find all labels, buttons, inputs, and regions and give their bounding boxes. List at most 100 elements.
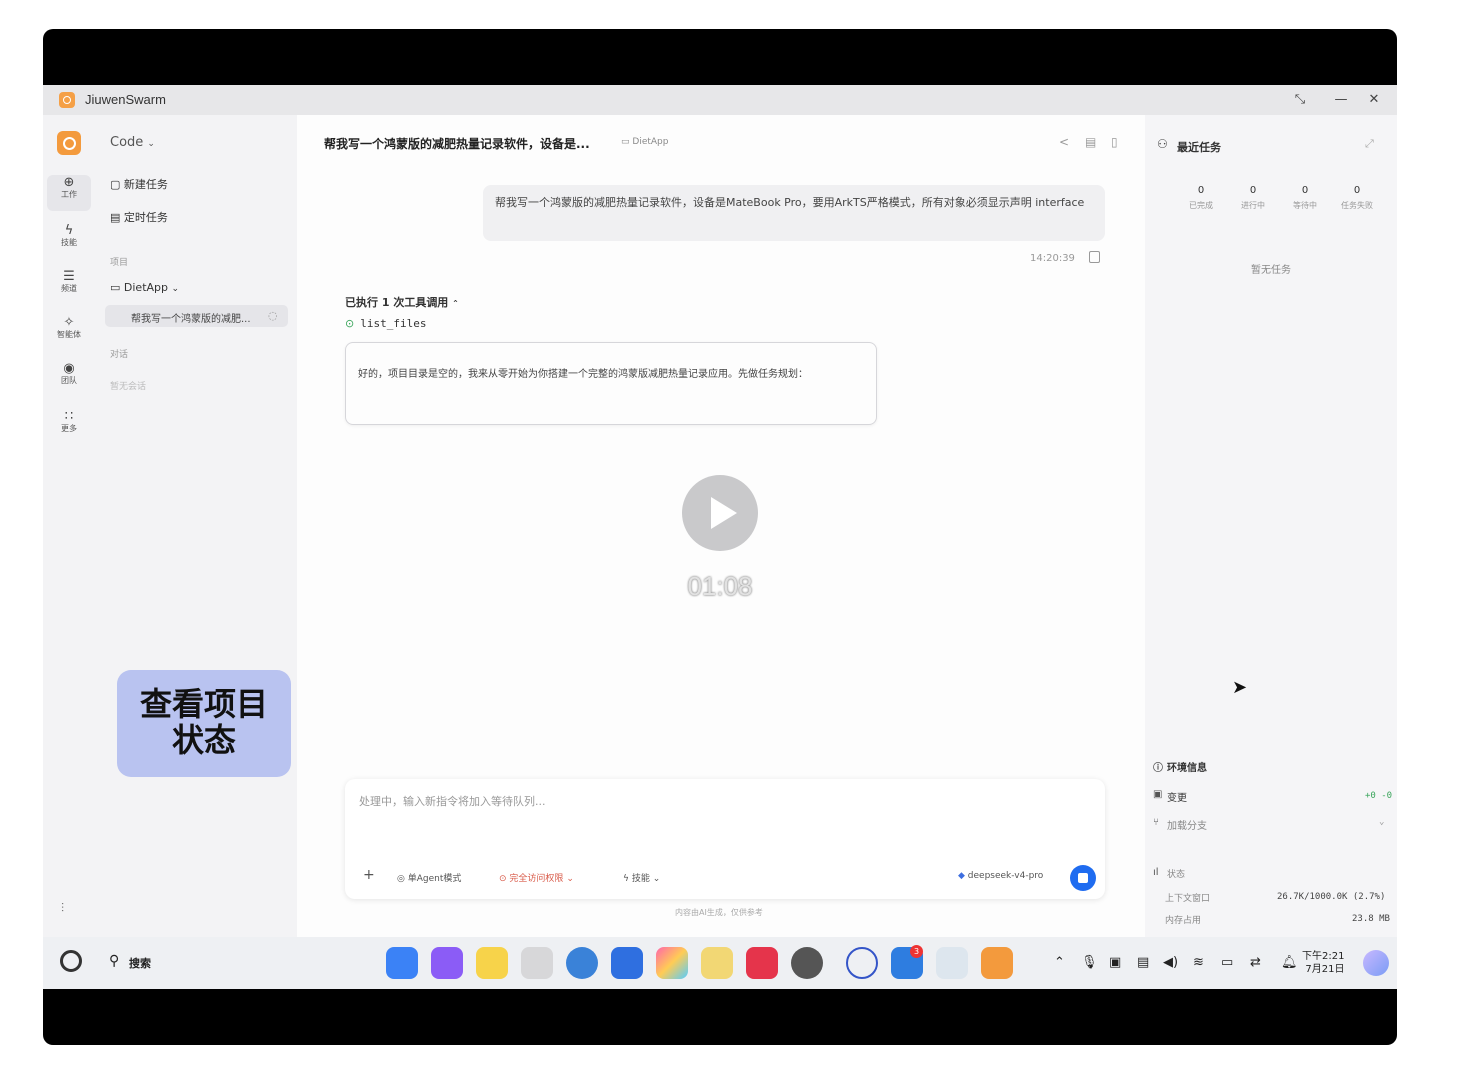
wifi-icon[interactable]: ≋ [1193, 955, 1204, 970]
app-gallery-icon[interactable] [746, 947, 778, 979]
agent-mode-label: 单Agent模式 [407, 874, 462, 884]
taskbar-search[interactable]: 搜索 [129, 955, 151, 971]
stat-in-progress: 0 进行中 [1227, 185, 1279, 211]
mode-selector[interactable]: Code ⌄ [110, 135, 155, 150]
mouse-cursor-icon: ➤ [1232, 677, 1248, 698]
document-icon[interactable]: ▤ [1085, 135, 1096, 149]
new-task-label: 新建任务 [123, 178, 168, 191]
video-play-button[interactable] [682, 475, 758, 551]
project-tag[interactable]: ▭ DietApp [621, 137, 668, 147]
scheduled-task-button[interactable]: ▤ 定时任务 [110, 209, 168, 225]
title-bar: JiuwenSwarm ⤡ — ✕ [43, 85, 1397, 115]
context-label: 上下文窗口 [1165, 894, 1211, 904]
tool-call-summary[interactable]: 已执行 1 次工具调用 ⌃ [345, 294, 459, 310]
minimize-icon[interactable]: — [1330, 90, 1352, 110]
no-conversations-text: 暂无会话 [110, 382, 147, 392]
folder-app-icon[interactable] [476, 947, 508, 979]
window-title: JiuwenSwarm [85, 92, 166, 107]
rail-item-more[interactable]: ∷ 更多 [47, 409, 91, 445]
rail-item-agents[interactable]: ✧ 智能体 [47, 315, 91, 351]
gallery-icon[interactable] [656, 947, 688, 979]
control-center-icon[interactable]: ⇄ [1250, 955, 1261, 970]
env-info-section[interactable]: ⓘ 环境信息 [1153, 759, 1207, 774]
browser-icon[interactable] [566, 947, 598, 979]
composer-input[interactable]: 处理中，输入新指令将加入等待队列... [359, 793, 546, 809]
assistant-app-icon[interactable] [846, 947, 878, 979]
chat-main: 帮我写一个鸿蒙版的减肥热量记录软件，设备是... ▭ DietApp < ▤ ▯… [297, 115, 1145, 937]
mail-icon[interactable] [611, 947, 643, 979]
panel-toggle-icon[interactable]: ▯ [1111, 135, 1118, 149]
volume-icon[interactable]: ◀) [1163, 955, 1178, 970]
skills-label: 技能 [631, 874, 650, 884]
rail-item-team[interactable]: ◉ 团队 [47, 361, 91, 397]
permission-selector[interactable]: ⊙ 完全访问权限 ⌄ [499, 871, 574, 884]
tool-call-item[interactable]: ⊙ list_files [345, 317, 426, 330]
settings-sliders-icon[interactable]: ⫶ [61, 901, 64, 916]
project-tag-label: DietApp [632, 137, 669, 147]
app-logo-icon [59, 92, 75, 108]
attach-plus-icon[interactable]: + [363, 867, 375, 883]
stat-value: 0 [1249, 185, 1257, 196]
copy-icon[interactable] [1089, 251, 1100, 263]
multitask-icon[interactable] [431, 947, 463, 979]
new-task-icon: ▢ [110, 178, 121, 191]
search-icon[interactable]: ⚲ [109, 953, 119, 969]
notes-icon[interactable] [701, 947, 733, 979]
agent-icon: ◎ [397, 874, 405, 884]
rail-item-skills[interactable]: ϟ 技能 [47, 223, 91, 259]
agent-mode-selector[interactable]: ◎ 单Agent模式 [397, 871, 461, 884]
stat-value: 0 [1197, 185, 1205, 196]
stat-label: 等待中 [1293, 201, 1317, 210]
skills-selector[interactable]: ϟ 技能 ⌄ [623, 871, 660, 884]
app-logo-icon [57, 131, 81, 155]
avatar[interactable] [1363, 950, 1389, 976]
skill-icon: ϟ [64, 223, 74, 238]
stat-failed: 0 任务失败 [1331, 185, 1383, 211]
stat-label: 已完成 [1189, 201, 1213, 210]
scheduled-task-label: 定时任务 [123, 211, 168, 224]
chevron-up-icon[interactable]: ⌃ [1054, 955, 1065, 970]
battery-icon[interactable]: ▭ [1221, 955, 1233, 970]
rail-label: 频道 [61, 284, 77, 293]
branch-row[interactable]: ⑂ 加载分支 [1153, 817, 1207, 832]
chevron-down-icon[interactable]: ⌄ [1379, 817, 1384, 827]
channel-icon: ☰ [63, 269, 75, 284]
rail-item-work[interactable]: ⊕ 工作 [47, 175, 91, 211]
model-selector[interactable]: ◆ deepseek-v4-pro [958, 871, 1043, 881]
rail-item-channels[interactable]: ☰ 频道 [47, 269, 91, 305]
expand-icon[interactable]: ⤢ [1365, 137, 1374, 151]
chat-title: 帮我写一个鸿蒙版的减肥热量记录软件，设备是... [324, 137, 590, 151]
microphone-icon[interactable]: 🎙︎ [1081, 955, 1098, 970]
taskbar-clock[interactable]: 下午2:21 7月21日 [1302, 950, 1344, 976]
clipboard-icon[interactable]: ▤ [1137, 955, 1149, 970]
rail-label: 更多 [61, 424, 77, 433]
stat-label: 任务失败 [1341, 201, 1373, 210]
agent-icon: ✧ [63, 315, 75, 330]
jiuwenswarm-app-icon[interactable] [981, 947, 1013, 979]
active-session-item[interactable]: 帮我写一个鸿蒙版的减肥... ◌ [105, 305, 288, 327]
restore-icon[interactable]: ⤡ [1289, 90, 1311, 110]
tasks-icon: ⚇ [1157, 137, 1168, 151]
status-label: 状态 [1167, 870, 1186, 880]
project-sidebar: Code ⌄ ▢ 新建任务 ▤ 定时任务 项目 ▭ DietApp ⌄ 帮我写一… [95, 115, 297, 937]
chevron-down-icon: ⌄ [147, 139, 155, 149]
start-button[interactable] [60, 950, 82, 972]
status-row: ıl 状态 [1153, 867, 1186, 880]
notification-badge: 3 [910, 945, 923, 958]
close-icon[interactable]: ✕ [1363, 90, 1385, 110]
ai-disclaimer: 内容由AI生成，仅供参考 [675, 908, 763, 917]
new-task-button[interactable]: ▢ 新建任务 [110, 176, 168, 192]
cloud-app-icon[interactable] [936, 947, 968, 979]
settings-gear-icon[interactable] [791, 947, 823, 979]
input-method-icon[interactable]: ▣ [1109, 955, 1121, 970]
share-icon[interactable]: < [1059, 135, 1069, 149]
projects-section-label: 项目 [110, 258, 129, 268]
rail-label: 工作 [61, 190, 77, 199]
app-launcher-icon[interactable] [386, 947, 418, 979]
stop-button[interactable] [1070, 865, 1096, 891]
trash-icon[interactable] [521, 947, 553, 979]
changes-row[interactable]: ▣ 变更 [1153, 789, 1187, 804]
changes-value: +0 -0 [1365, 791, 1393, 801]
project-folder-dietapp[interactable]: ▭ DietApp ⌄ [110, 281, 179, 294]
bell-icon[interactable]: 🔔︎ [1281, 955, 1298, 970]
